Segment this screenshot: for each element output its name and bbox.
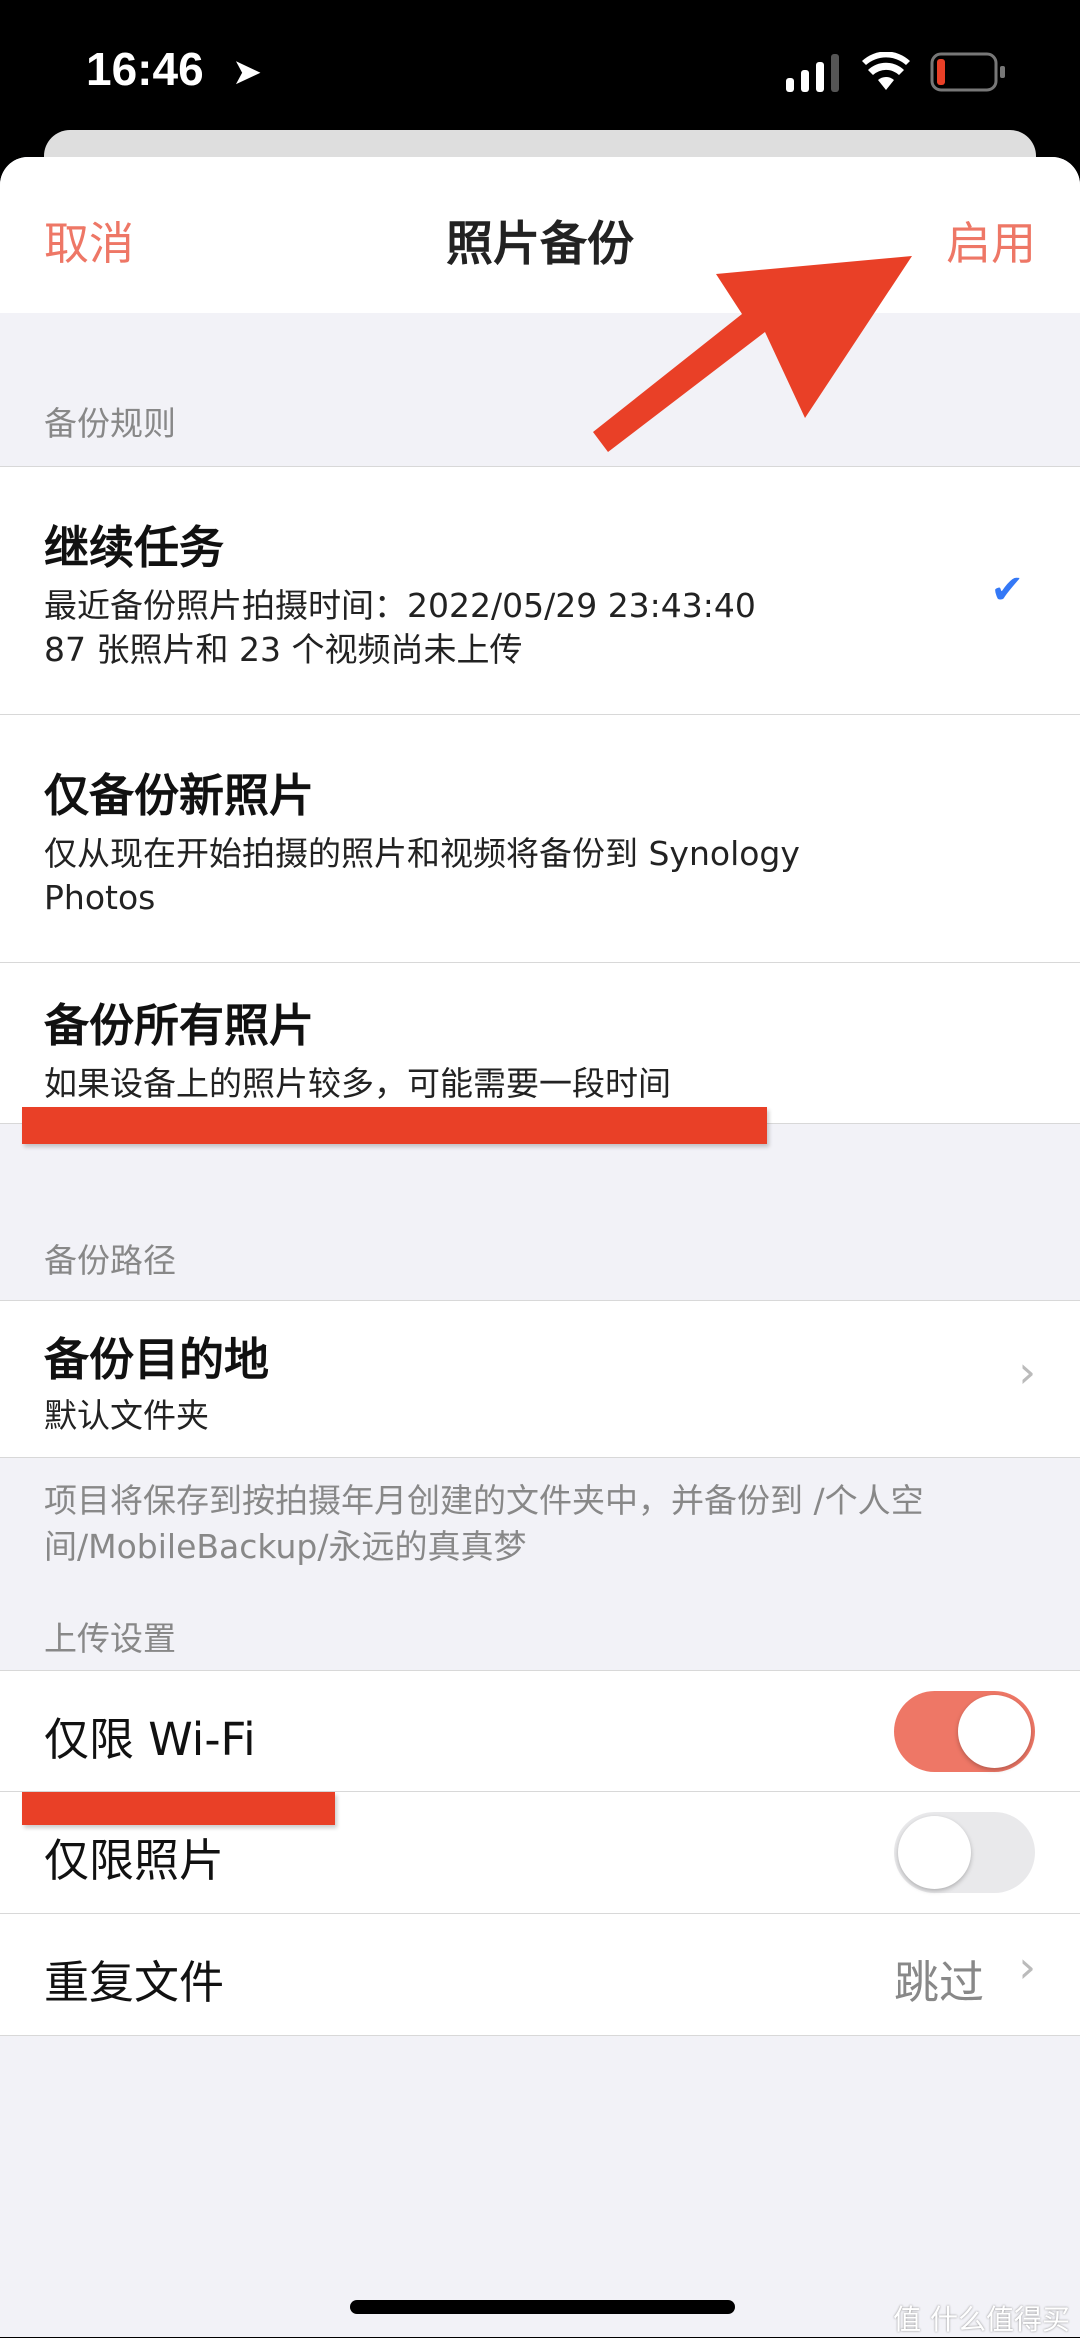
option-title: 仅备份新照片: [44, 769, 315, 822]
option-new-only[interactable]: 仅备份新照片 仅从现在开始拍摄的照片和视频将备份到 Synology Photo…: [0, 715, 1080, 963]
annotation-arrow-icon: [593, 256, 912, 452]
wifi-only-row: 仅限 Wi-Fi: [0, 1671, 1080, 1792]
annotation-underline: [22, 1792, 335, 1825]
option-all[interactable]: 备份所有照片 如果设备上的照片较多，可能需要一段时间: [0, 963, 1080, 1123]
option-title: 备份所有照片: [44, 999, 315, 1052]
annotation-underline: [22, 1107, 767, 1144]
destination-value: 默认文件夹: [44, 1396, 209, 1435]
option-subtitle: 如果设备上的照片较多，可能需要一段时间: [44, 1064, 671, 1103]
duplicates-value: 跳过: [893, 1956, 984, 2009]
home-indicator[interactable]: [350, 2300, 735, 2314]
option-subtitle: 87 张照片和 23 个视频尚未上传: [44, 630, 523, 669]
path-footer: 项目将保存到按拍摄年月创建的文件夹中，并备份到 /个人空间/MobileBack…: [44, 1481, 924, 1566]
duplicates-label: 重复文件: [44, 1956, 225, 2009]
wifi-only-toggle[interactable]: [894, 1691, 1035, 1772]
upload-settings-list: 仅限 Wi-Fi 仅限照片 重复文件 跳过 ›: [0, 1670, 1080, 2036]
section-header-path: 备份路径: [44, 1241, 176, 1280]
section-header-upload: 上传设置: [44, 1619, 176, 1658]
chevron-right-icon: ›: [1018, 1942, 1036, 1993]
watermark: 值 什么值得买: [893, 2303, 1070, 2336]
option-subtitle: 仅从现在开始拍摄的照片和视频将备份到 Synology Photos: [44, 834, 800, 917]
backup-path-list: 备份目的地 默认文件夹 ›: [0, 1300, 1080, 1458]
photos-only-label: 仅限照片: [44, 1834, 225, 1887]
duplicates-row[interactable]: 重复文件 跳过 ›: [0, 1914, 1080, 2035]
photos-only-toggle[interactable]: [894, 1812, 1035, 1893]
destination-row[interactable]: 备份目的地 默认文件夹 ›: [0, 1301, 1080, 1457]
destination-title: 备份目的地: [44, 1333, 270, 1386]
chevron-right-icon: ›: [1018, 1347, 1036, 1398]
wifi-only-label: 仅限 Wi-Fi: [44, 1713, 256, 1766]
